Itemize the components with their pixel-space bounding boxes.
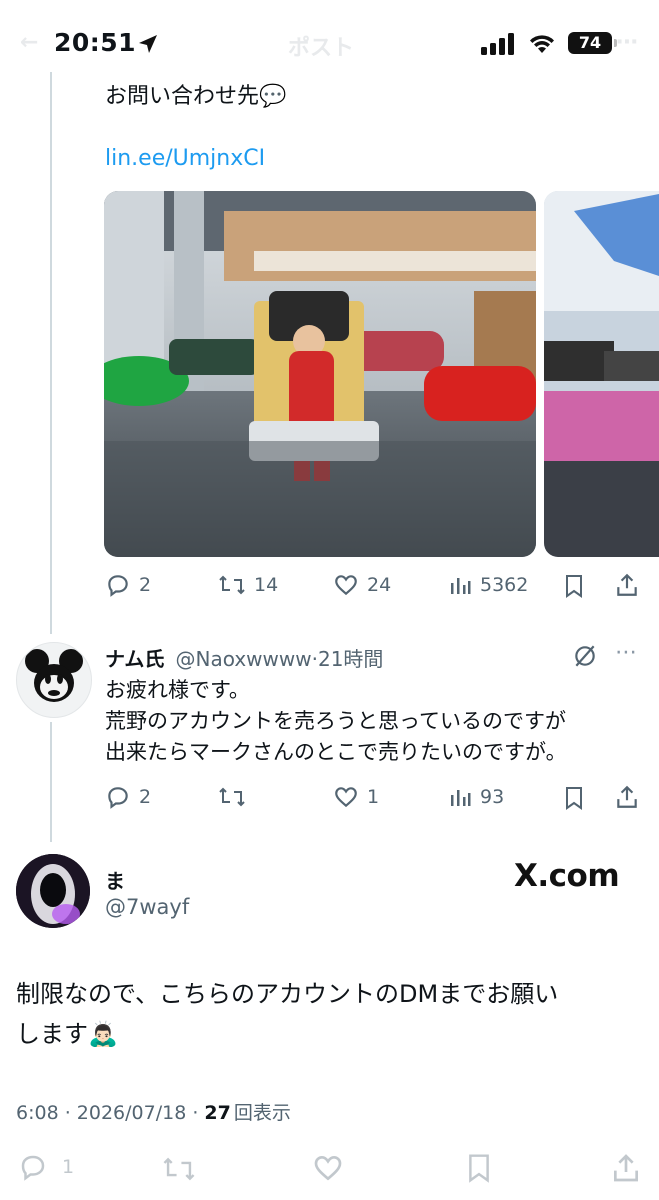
share-icon[interactable] [614, 784, 640, 810]
main-reply-count: 1 [62, 1156, 75, 1178]
x-watermark: X.com [514, 858, 620, 894]
battery-indicator: 74 [568, 32, 612, 54]
views-count: 5362 [480, 574, 529, 596]
tweet-text: お問い合わせ先💬 [105, 84, 287, 109]
location-arrow-icon [139, 35, 157, 53]
reply-button[interactable]: 2 [105, 572, 151, 598]
main-post-view-count: 27 [204, 1102, 231, 1124]
thread-line [50, 72, 52, 634]
reply-retweet-button[interactable] [218, 784, 254, 810]
share-icon[interactable] [614, 572, 640, 598]
heart-icon[interactable] [312, 1152, 344, 1184]
reply-views-button[interactable]: 93 [448, 784, 504, 810]
reply-author-name[interactable]: ナム氏 [105, 647, 164, 671]
main-reply-button[interactable]: 1 [18, 1152, 74, 1182]
main-post-view-label: 回表示 [233, 1102, 291, 1124]
main-post-timestamp[interactable]: 6:08 · 2026/07/18 · [16, 1102, 204, 1124]
retweet-icon[interactable] [162, 1154, 196, 1184]
retweet-icon [219, 575, 245, 595]
more-ghost-icon[interactable]: ⋯ [616, 30, 638, 55]
reply-author-handle[interactable]: @Naoxwwww [176, 647, 312, 671]
main-post-avatar[interactable] [16, 854, 90, 928]
reply-reply-count: 2 [139, 786, 152, 808]
page-title-ghost: ポスト [288, 36, 355, 61]
reply-avatar[interactable] [16, 642, 92, 718]
grok-icon[interactable] [572, 643, 598, 669]
reply-count: 2 [139, 574, 152, 596]
retweet-count: 14 [254, 574, 279, 596]
reply-time: 21時間 [317, 647, 384, 671]
reply-reply-button[interactable]: 2 [105, 784, 151, 810]
reply-icon [108, 787, 128, 809]
main-post-text-line-2: します🙇🏻‍♂️ [16, 1020, 118, 1048]
vehicle-scene-image [544, 191, 659, 557]
reply-like-button[interactable]: 1 [333, 784, 379, 810]
status-time: 20:51 [54, 28, 137, 57]
main-post-author-handle[interactable]: @7wayf [105, 895, 189, 919]
thread-line-2 [50, 722, 52, 842]
reply-like-count: 1 [367, 786, 380, 808]
wifi-icon [530, 35, 554, 53]
mickey-avatar-image [25, 649, 83, 702]
bookmark-icon[interactable] [464, 1152, 494, 1184]
main-post-meta: 6:08 · 2026/07/18 · 27 回表示 [16, 1098, 291, 1125]
more-options-icon[interactable]: ⋯ [615, 640, 637, 665]
heart-icon [335, 575, 357, 596]
garage-scene-image [104, 191, 536, 557]
bookmark-icon[interactable] [562, 785, 586, 811]
status-bar: ← 20:51 ポスト 74 ⋯ [0, 0, 659, 70]
share-icon[interactable] [610, 1152, 642, 1184]
signal-icon [481, 33, 514, 55]
reply-icon [108, 575, 128, 597]
main-post-author-name[interactable]: ま [105, 865, 125, 894]
like-button[interactable]: 24 [333, 572, 391, 598]
bar-chart-icon [451, 790, 471, 806]
main-post-text-line-1: 制限なので、こちらのアカウントのDMまでお願い [16, 980, 559, 1008]
reply-header: ナム氏 @Naoxwwww·21時間 [105, 643, 383, 672]
views-button[interactable]: 5362 [448, 572, 528, 598]
main-post-action-bar: 1 [0, 1140, 659, 1200]
hooded-figure-avatar-image [16, 854, 90, 928]
retweet-icon [219, 787, 245, 807]
reply-views-count: 93 [480, 786, 505, 808]
bar-chart-icon [451, 578, 471, 594]
reply-icon [21, 1155, 45, 1181]
like-count: 24 [367, 574, 392, 596]
reply-text-line-1: お疲れ様です。 [105, 678, 250, 702]
reply-text-line-3: 出来たらマークさんのとこで売りたいのですが。 [105, 740, 567, 764]
reply-text-line-2: 荒野のアカウントを売ろうと思っているのですが [105, 709, 566, 733]
tweet-link[interactable]: lin.ee/UmjnxCI [105, 146, 265, 171]
heart-icon [335, 787, 357, 808]
media-image-garage[interactable] [104, 191, 536, 557]
bookmark-icon[interactable] [562, 573, 586, 599]
retweet-button[interactable]: 14 [218, 572, 278, 598]
media-image-second[interactable] [544, 191, 659, 557]
back-arrow-icon[interactable]: ← [20, 30, 38, 55]
